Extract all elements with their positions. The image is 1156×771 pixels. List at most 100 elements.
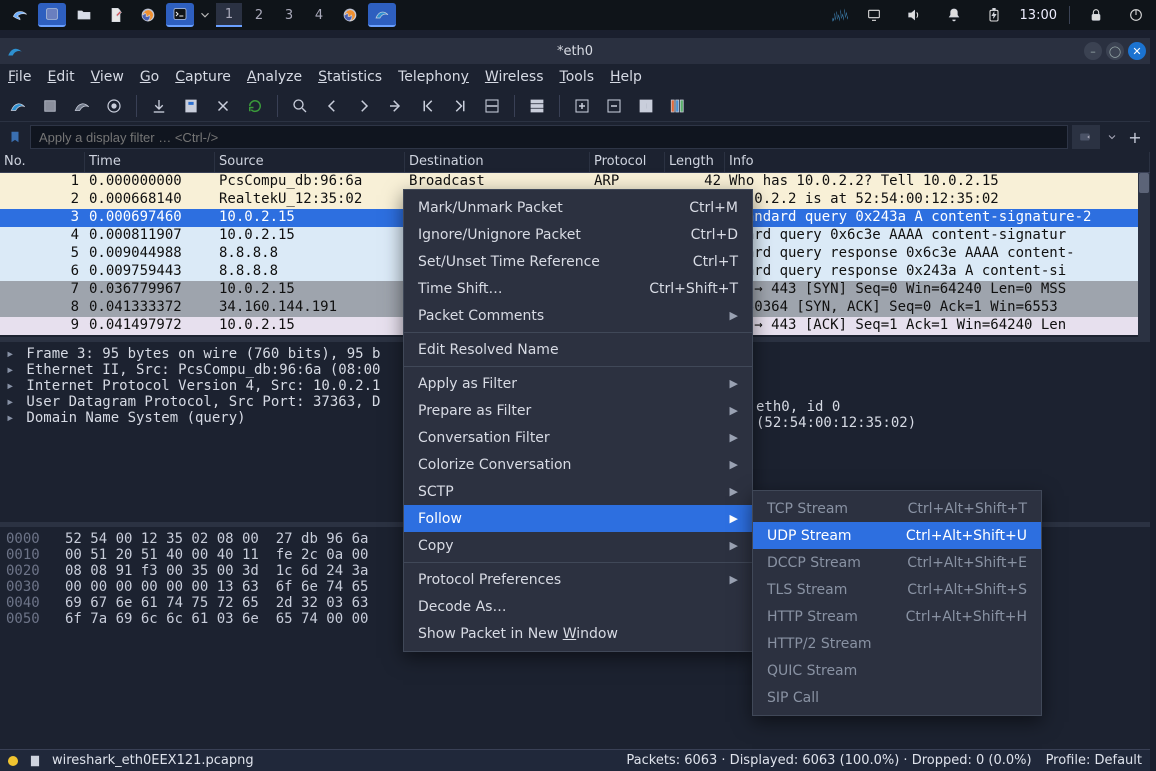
ctx-sctp[interactable]: SCTP▶ — [404, 478, 752, 505]
column-header[interactable]: Source — [215, 152, 405, 172]
taskbar-firefox-icon[interactable] — [134, 3, 162, 27]
save-file-icon[interactable] — [179, 94, 203, 118]
go-first-icon[interactable] — [416, 94, 440, 118]
taskbar-firefox-running-icon[interactable] — [336, 3, 364, 27]
column-header[interactable]: Info — [725, 152, 1150, 172]
ctx-protocol-preferences[interactable]: Protocol Preferences▶ — [404, 566, 752, 593]
window-minimize-button[interactable]: – — [1084, 42, 1102, 60]
ctx-conversation-filter[interactable]: Conversation Filter▶ — [404, 424, 752, 451]
column-header[interactable]: Length — [665, 152, 725, 172]
filter-add-button[interactable]: + — [1124, 125, 1146, 149]
restart-capture-icon[interactable] — [70, 94, 94, 118]
tray-volume-icon[interactable] — [900, 3, 928, 27]
column-header[interactable]: Destination — [405, 152, 590, 172]
filter-dropdown-icon[interactable] — [1104, 125, 1120, 149]
auto-scroll-icon[interactable] — [480, 94, 504, 118]
menu-telephony[interactable]: Telephony — [398, 69, 469, 85]
taskbar-editor-icon[interactable] — [102, 3, 130, 27]
follow-tls-stream: TLS StreamCtrl+Alt+Shift+S — [753, 576, 1041, 603]
ctx-time-shift[interactable]: Time Shift…Ctrl+Shift+T — [404, 275, 752, 302]
window-maximize-button[interactable]: ◯ — [1106, 42, 1124, 60]
ctx-prepare-as-filter[interactable]: Prepare as Filter▶ — [404, 397, 752, 424]
taskbar-wireshark-running-icon[interactable] — [368, 3, 396, 27]
menu-tools[interactable]: Tools — [560, 69, 595, 85]
go-last-icon[interactable] — [448, 94, 472, 118]
menu-separator — [404, 562, 752, 563]
expert-info-icon[interactable] — [8, 756, 18, 766]
stop-capture-icon[interactable] — [38, 94, 62, 118]
menu-file[interactable]: File — [8, 69, 31, 85]
kali-menu-icon[interactable] — [6, 3, 34, 27]
column-header[interactable]: Time — [85, 152, 215, 172]
workspace-3[interactable]: 3 — [276, 3, 302, 27]
tray-battery-icon[interactable] — [980, 3, 1008, 27]
menu-wireless[interactable]: Wireless — [485, 69, 544, 85]
ctx-packet-comments[interactable]: Packet Comments▶ — [404, 302, 752, 329]
ctx-ignore-unignore-packet[interactable]: Ignore/Unignore PacketCtrl+D — [404, 221, 752, 248]
cpu-sparkline — [832, 7, 848, 23]
packet-context-menu: Mark/Unmark PacketCtrl+MIgnore/Unignore … — [403, 189, 753, 652]
tray-display-icon[interactable] — [860, 3, 888, 27]
svg-text:1: 1 — [643, 101, 648, 111]
ctx-follow[interactable]: Follow▶ — [404, 505, 752, 532]
packet-list-header[interactable]: No.TimeSourceDestinationProtocolLengthIn… — [0, 152, 1150, 173]
taskbar-app-generic[interactable] — [38, 3, 66, 27]
ctx-colorize-conversation[interactable]: Colorize Conversation▶ — [404, 451, 752, 478]
taskbar-terminal-dropdown-icon[interactable] — [198, 3, 212, 27]
display-filter-input[interactable] — [30, 125, 1068, 149]
reload-file-icon[interactable] — [243, 94, 267, 118]
filter-bookmark-icon[interactable] — [4, 125, 26, 149]
tray-lock-icon[interactable] — [1082, 3, 1110, 27]
display-filter-bar: + — [0, 122, 1150, 152]
open-file-icon[interactable] — [147, 94, 171, 118]
zoom-in-icon[interactable] — [570, 94, 594, 118]
menu-help[interactable]: Help — [610, 69, 642, 85]
capture-options-icon[interactable] — [102, 94, 126, 118]
packet-list-scrollbar[interactable] — [1138, 173, 1150, 337]
resize-columns-icon[interactable] — [666, 94, 690, 118]
workspace-2[interactable]: 2 — [246, 3, 272, 27]
menu-analyze[interactable]: Analyze — [247, 69, 302, 85]
statusbar-profile[interactable]: Profile: Default — [1046, 753, 1142, 768]
colorize-icon[interactable] — [525, 94, 549, 118]
ctx-apply-as-filter[interactable]: Apply as Filter▶ — [404, 370, 752, 397]
follow-sip-call: SIP Call — [753, 684, 1041, 711]
menu-edit[interactable]: Edit — [47, 69, 74, 85]
follow-udp-stream[interactable]: UDP StreamCtrl+Alt+Shift+U — [753, 522, 1041, 549]
menu-statistics[interactable]: Statistics — [318, 69, 382, 85]
follow-submenu: TCP StreamCtrl+Alt+Shift+TUDP StreamCtrl… — [752, 490, 1042, 716]
titlebar[interactable]: *eth0 – ◯ ✕ — [0, 38, 1150, 64]
find-packet-icon[interactable] — [288, 94, 312, 118]
close-file-icon[interactable] — [211, 94, 235, 118]
menu-go[interactable]: Go — [140, 69, 159, 85]
menu-separator — [404, 332, 752, 333]
zoom-out-icon[interactable] — [602, 94, 626, 118]
tray-power-icon[interactable] — [1122, 3, 1150, 27]
workspace-1[interactable]: 1 — [216, 3, 242, 27]
ctx-copy[interactable]: Copy▶ — [404, 532, 752, 559]
column-header[interactable]: Protocol — [590, 152, 665, 172]
follow-dccp-stream: DCCP StreamCtrl+Alt+Shift+E — [753, 549, 1041, 576]
taskbar-terminal-icon[interactable] — [166, 3, 194, 27]
tray-clock[interactable]: 13:00 — [1020, 8, 1057, 23]
workspace-4[interactable]: 4 — [306, 3, 332, 27]
ctx-edit-resolved-name[interactable]: Edit Resolved Name — [404, 336, 752, 363]
filter-apply-icon[interactable] — [1072, 125, 1100, 149]
menu-view[interactable]: View — [91, 69, 124, 85]
go-next-icon[interactable] — [352, 94, 376, 118]
tray-notification-icon[interactable] — [940, 3, 968, 27]
ctx-set-unset-time-reference[interactable]: Set/Unset Time ReferenceCtrl+T — [404, 248, 752, 275]
column-header[interactable]: No. — [0, 152, 85, 172]
window-close-button[interactable]: ✕ — [1128, 42, 1146, 60]
zoom-reset-icon[interactable]: 1 — [634, 94, 658, 118]
ctx-mark-unmark-packet[interactable]: Mark/Unmark PacketCtrl+M — [404, 194, 752, 221]
ctx-show-packet-in-new-window[interactable]: Show Packet in New Window — [404, 620, 752, 647]
go-to-packet-icon[interactable] — [384, 94, 408, 118]
taskbar-files-icon[interactable] — [70, 3, 98, 27]
os-taskbar: 1 2 3 4 13:00 — [0, 0, 1156, 30]
statusbar: wireshark_eth0EEX121.pcapng Packets: 606… — [0, 749, 1150, 771]
menu-capture[interactable]: Capture — [175, 69, 231, 85]
go-prev-icon[interactable] — [320, 94, 344, 118]
ctx-decode-as[interactable]: Decode As… — [404, 593, 752, 620]
start-capture-icon[interactable] — [6, 94, 30, 118]
